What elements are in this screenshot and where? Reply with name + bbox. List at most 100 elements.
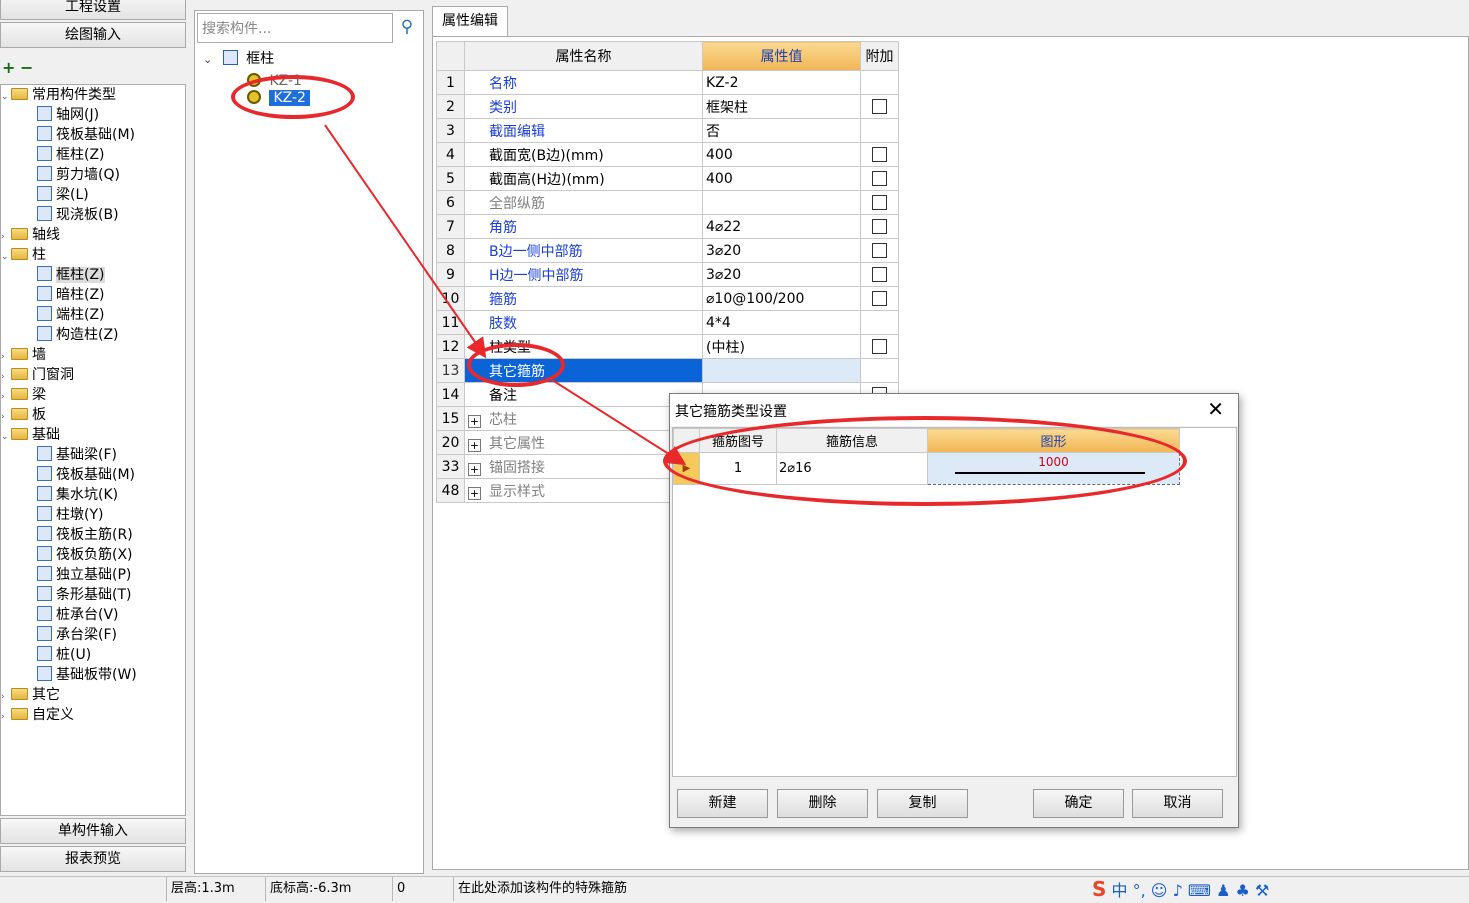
cancel-button[interactable]: 取消: [1132, 789, 1223, 818]
microphone-icon[interactable]: ♪: [1173, 881, 1183, 900]
project-settings-button[interactable]: 工程设置: [0, 0, 186, 20]
chevron-right-icon[interactable]: ›: [1, 227, 11, 247]
tree-item[interactable]: 柱墩(Y): [37, 505, 103, 525]
expand-icon[interactable]: +: [468, 438, 481, 452]
tree-item[interactable]: › 自定义: [1, 705, 74, 725]
attached-checkbox[interactable]: [872, 243, 887, 258]
tree-item[interactable]: 梁(L): [37, 185, 89, 205]
tree-item[interactable]: 筏板主筋(R): [37, 525, 133, 545]
property-name-cell[interactable]: + 其它属性: [464, 430, 703, 455]
collapse-all-icon[interactable]: −: [20, 58, 33, 77]
table-row[interactable]: 7 角筋 4⌀22: [436, 214, 899, 239]
property-value-cell[interactable]: 4*4: [702, 310, 861, 335]
close-icon[interactable]: ✕: [1207, 397, 1224, 421]
property-value-cell[interactable]: 3⌀20: [702, 238, 861, 263]
chevron-down-icon[interactable]: ⌄: [1, 87, 11, 107]
chevron-right-icon[interactable]: ›: [1, 387, 11, 407]
ime-toolbar[interactable]: S 中 °, ☺ ♪ ⌨ ♟ ♣ ⚒: [1092, 877, 1269, 901]
property-name-cell[interactable]: + 显示样式: [464, 478, 703, 503]
attached-checkbox[interactable]: [872, 171, 887, 186]
chevron-right-icon[interactable]: ›: [1, 407, 11, 427]
tree-item[interactable]: 桩(U): [37, 645, 91, 665]
tree-item[interactable]: 框柱(Z): [37, 265, 105, 285]
property-name-cell[interactable]: 截面高(H边)(mm): [464, 166, 703, 191]
tree-item[interactable]: › 墙: [1, 345, 46, 365]
sogou-logo-icon[interactable]: S: [1092, 877, 1106, 901]
tree-item[interactable]: ⌄ 常用构件类型: [1, 85, 116, 105]
chevron-right-icon[interactable]: ›: [1, 367, 11, 387]
single-component-input-button[interactable]: 单构件输入: [0, 818, 186, 844]
expand-icon[interactable]: +: [468, 486, 481, 500]
property-name-cell[interactable]: H边一侧中部筋: [464, 262, 703, 287]
attached-checkbox[interactable]: [872, 339, 887, 354]
property-value-cell[interactable]: 3⌀20: [702, 262, 861, 287]
tree-item[interactable]: 筏板基础(M): [37, 465, 135, 485]
property-value-cell[interactable]: [702, 190, 861, 215]
chevron-right-icon[interactable]: ›: [1, 687, 11, 707]
attached-checkbox[interactable]: [872, 219, 887, 234]
tree-item[interactable]: 端柱(Z): [37, 305, 105, 325]
tree-item[interactable]: 承台梁(F): [37, 625, 117, 645]
property-value-cell[interactable]: KZ-2: [702, 70, 861, 95]
tree-item[interactable]: 独立基础(P): [37, 565, 131, 585]
ime-mode-icon[interactable]: 中: [1112, 881, 1128, 900]
property-name-cell[interactable]: 截面宽(B边)(mm): [464, 142, 703, 167]
table-row[interactable]: 6 全部纵筋: [436, 190, 899, 215]
tree-item[interactable]: › 门窗洞: [1, 365, 74, 385]
tree-item[interactable]: 现浇板(B): [37, 205, 119, 225]
table-row[interactable]: 9 H边一侧中部筋 3⌀20: [436, 262, 899, 287]
tree-item[interactable]: 基础板带(W): [37, 665, 137, 685]
report-preview-button[interactable]: 报表预览: [0, 846, 186, 872]
tree-item[interactable]: › 梁: [1, 385, 46, 405]
chevron-down-icon[interactable]: ⌄: [1, 247, 11, 267]
emoji-icon[interactable]: ☺: [1151, 881, 1168, 900]
tree-item[interactable]: 构造柱(Z): [37, 325, 119, 345]
punctuation-icon[interactable]: °,: [1133, 881, 1146, 900]
tree-item[interactable]: 基础梁(F): [37, 445, 117, 465]
property-name-cell[interactable]: 肢数: [464, 310, 703, 335]
tree-item[interactable]: 集水坑(K): [37, 485, 118, 505]
tree-item[interactable]: ⌄ 基础: [1, 425, 60, 445]
search-icon[interactable]: ⚲: [396, 17, 418, 39]
tree-item[interactable]: 剪力墙(Q): [37, 165, 120, 185]
property-name-cell[interactable]: 箍筋: [464, 286, 703, 311]
tree-item[interactable]: 轴网(J): [37, 105, 99, 125]
table-row[interactable]: 8 B边一侧中部筋 3⌀20: [436, 238, 899, 263]
search-input[interactable]: 搜索构件...: [197, 13, 393, 43]
property-name-cell[interactable]: 备注: [464, 382, 703, 407]
tree-item[interactable]: 条形基础(T): [37, 585, 131, 605]
delete-button[interactable]: 删除: [777, 789, 868, 818]
tab-property-edit[interactable]: 属性编辑: [432, 6, 508, 36]
attached-checkbox[interactable]: [872, 195, 887, 210]
attached-checkbox[interactable]: [872, 291, 887, 306]
attached-checkbox[interactable]: [872, 147, 887, 162]
property-name-cell[interactable]: 全部纵筋: [464, 190, 703, 215]
expand-all-icon[interactable]: +: [2, 58, 15, 77]
wrench-icon[interactable]: ⚒: [1255, 881, 1269, 900]
property-value-cell[interactable]: 框架柱: [702, 94, 861, 119]
chevron-right-icon[interactable]: ›: [1, 707, 11, 727]
chevron-down-icon[interactable]: ⌄: [1, 427, 11, 447]
table-row[interactable]: 5 截面高(H边)(mm) 400: [436, 166, 899, 191]
property-name-cell[interactable]: + 芯柱: [464, 406, 703, 431]
tree-item[interactable]: 筏板基础(M): [37, 125, 135, 145]
property-value-cell[interactable]: 400: [702, 166, 861, 191]
table-row[interactable]: 1 名称 KZ-2: [436, 70, 899, 95]
tree-item[interactable]: 暗柱(Z): [37, 285, 105, 305]
property-value-cell[interactable]: 否: [702, 118, 861, 143]
attached-checkbox[interactable]: [872, 99, 887, 114]
tree-item[interactable]: 框柱(Z): [37, 145, 105, 165]
skin-icon[interactable]: ♣: [1236, 881, 1250, 900]
ok-button[interactable]: 确定: [1033, 789, 1124, 818]
expand-icon[interactable]: +: [468, 414, 481, 428]
new-button[interactable]: 新建: [677, 789, 768, 818]
tree-item[interactable]: 筏板负筋(X): [37, 545, 133, 565]
keyboard-icon[interactable]: ⌨: [1188, 881, 1211, 900]
tree-item[interactable]: ⌄ 柱: [1, 245, 46, 265]
copy-button[interactable]: 复制: [877, 789, 968, 818]
property-name-cell[interactable]: 类别: [464, 94, 703, 119]
tree-item[interactable]: › 轴线: [1, 225, 60, 245]
drawing-input-button[interactable]: 绘图输入: [0, 22, 186, 48]
property-value-cell[interactable]: 4⌀22: [702, 214, 861, 239]
table-row[interactable]: 11 肢数 4*4: [436, 310, 899, 335]
